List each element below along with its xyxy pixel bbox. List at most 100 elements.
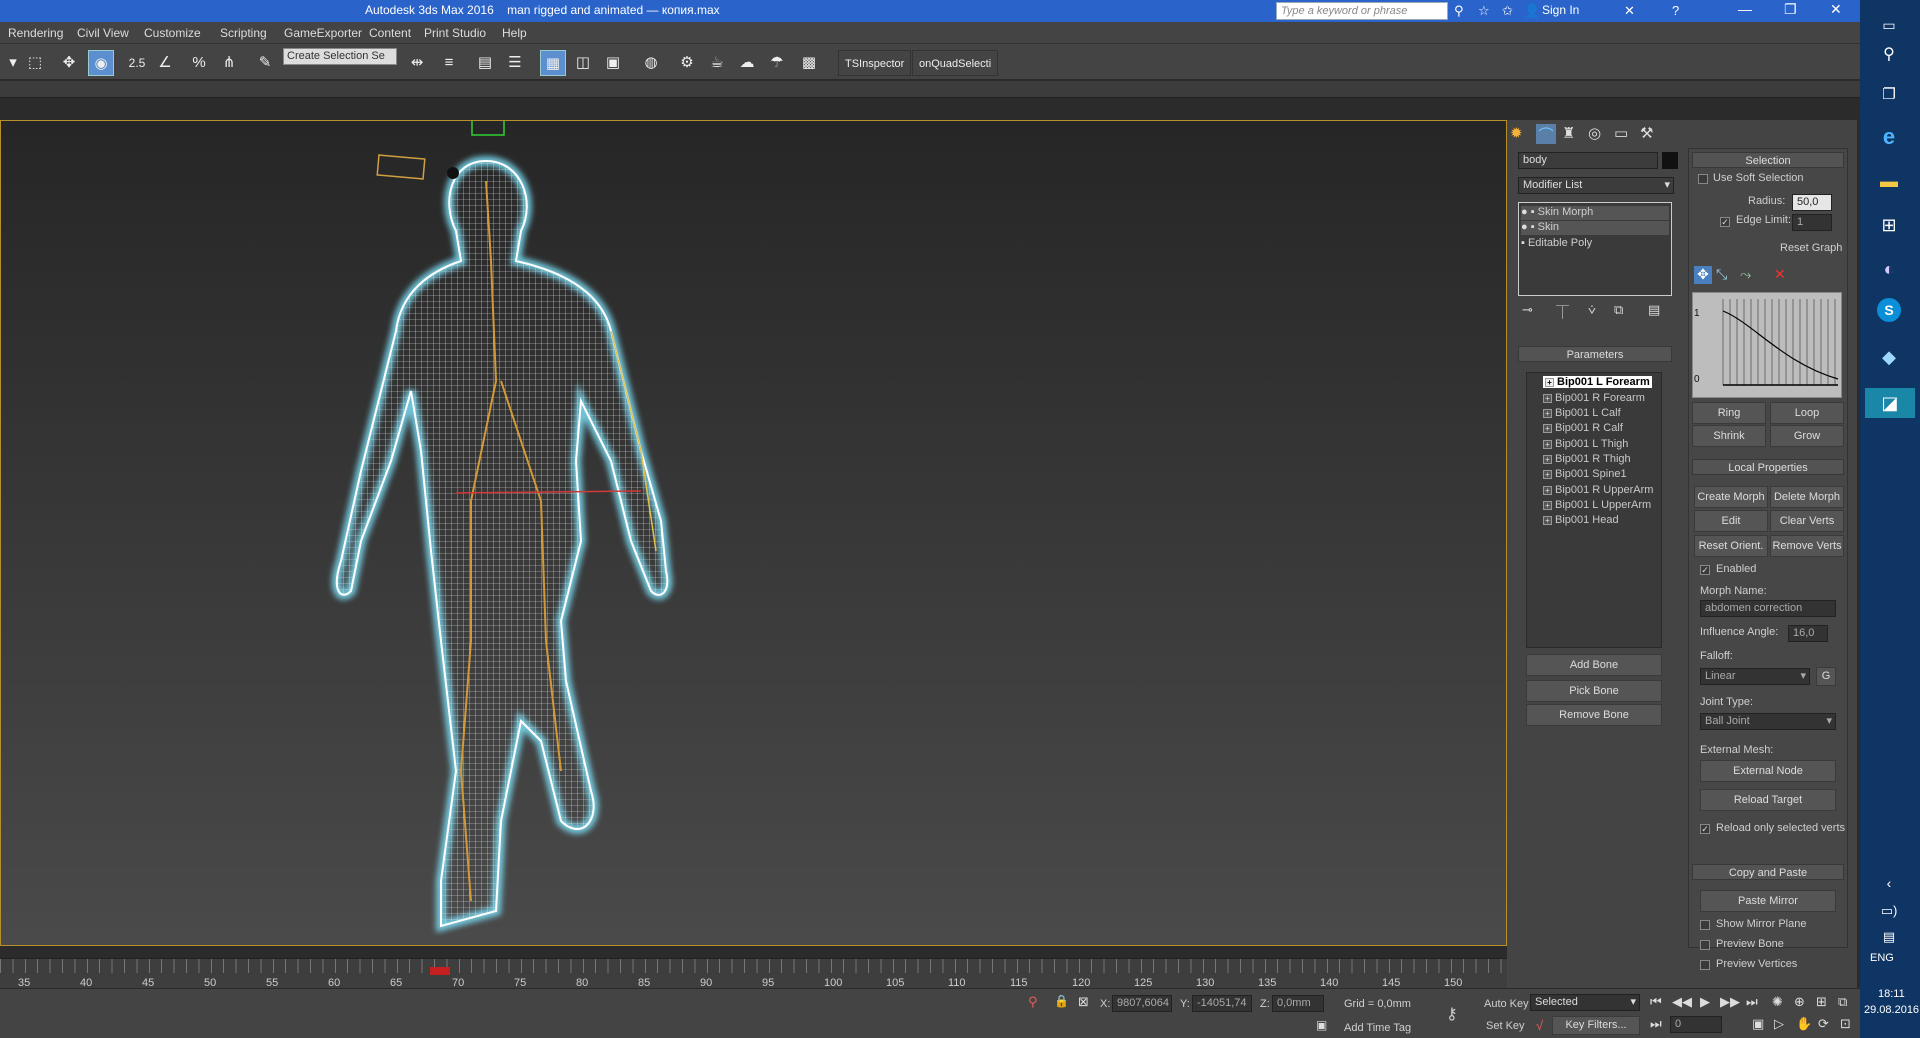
render-window-icon[interactable]: ▩ — [796, 50, 822, 76]
hierarchy-tab-icon[interactable]: ♜ — [1562, 124, 1575, 142]
help-icon[interactable]: ? — [1672, 3, 1679, 18]
reset-orient-button[interactable]: Reset Orient. — [1694, 535, 1768, 557]
sign-in-link[interactable]: Sign In — [1542, 3, 1579, 17]
scale-point-icon[interactable]: ⤡ — [1716, 266, 1727, 283]
pin-icon[interactable]: ⚲ — [1028, 994, 1038, 1010]
percent-snap-icon[interactable]: % — [186, 50, 212, 76]
key-mode-dropdown[interactable]: Selected ▾ — [1530, 994, 1640, 1011]
remove-bone-button[interactable]: Remove Bone — [1526, 704, 1662, 726]
star-icon[interactable]: ☆ — [1478, 3, 1490, 19]
configure-sets-icon[interactable]: ▤ — [1648, 302, 1660, 318]
make-unique-icon[interactable]: ⩒ — [1588, 302, 1596, 318]
use-soft-selection-checkbox[interactable] — [1698, 174, 1708, 184]
falloff-dropdown[interactable]: Linear ▾ — [1700, 668, 1810, 685]
search-icon[interactable]: ⚲ — [1874, 40, 1904, 70]
delete-morph-button[interactable]: Delete Morph — [1770, 486, 1844, 508]
paste-mirror-button[interactable]: Paste Mirror — [1700, 890, 1836, 912]
notifications-icon[interactable]: ▤ — [1874, 922, 1904, 952]
select-icon[interactable]: ⬚ — [22, 50, 48, 76]
task-view-icon[interactable]: ▭ — [1874, 10, 1904, 40]
walk-through-icon[interactable]: ⟳ — [1818, 1016, 1829, 1032]
delete-point-icon[interactable]: ✕ — [1774, 266, 1786, 283]
remove-modifier-icon[interactable]: ⧉ — [1614, 302, 1623, 318]
reload-target-button[interactable]: Reload Target — [1700, 789, 1836, 811]
x-coordinate[interactable]: 9807,6064 — [1112, 995, 1172, 1012]
pick-bone-button[interactable]: Pick Bone — [1526, 680, 1662, 702]
3ds-max-taskbar-icon[interactable]: ◪ — [1865, 388, 1915, 418]
set-key-button[interactable]: Set Key — [1486, 1020, 1525, 1032]
key-icon[interactable]: ⚷ — [1446, 1004, 1458, 1024]
menu-content[interactable]: Content — [369, 26, 411, 40]
user-icon[interactable]: 👤 — [1524, 3, 1540, 19]
falloff-graph-button[interactable]: G — [1816, 667, 1836, 686]
shrink-button[interactable]: Shrink — [1692, 425, 1766, 447]
absolute-mode-icon[interactable]: ⊠ — [1078, 994, 1089, 1010]
add-point-icon[interactable]: ⤳ — [1740, 266, 1751, 283]
modifier-skin[interactable]: ● ▪ Skin — [1521, 221, 1669, 235]
modifier-skin-morph[interactable]: ● ▪ Skin Morph — [1521, 206, 1669, 220]
bone-item[interactable]: + Bip001 L Forearm — [1543, 376, 1652, 388]
falloff-graph[interactable] — [1692, 292, 1842, 398]
track-bar[interactable]: 35 40 45 50 55 60 65 70 75 80 85 90 95 1… — [0, 958, 1507, 989]
render-icon[interactable]: ☁ — [734, 50, 760, 76]
perspective-viewport[interactable] — [0, 112, 1507, 946]
play-icon[interactable]: ▶ — [1700, 994, 1710, 1010]
joint-type-dropdown[interactable]: Ball Joint ▾ — [1700, 713, 1836, 730]
create-tab-icon[interactable]: ✹ — [1510, 124, 1523, 142]
maximize-viewport-icon[interactable]: ⊡ — [1840, 1016, 1851, 1032]
parameters-rollout-header[interactable]: Parameters — [1518, 346, 1672, 362]
search-input[interactable]: Type a keyword or phrase — [1276, 2, 1448, 20]
menu-civil-view[interactable]: Civil View — [77, 26, 129, 40]
browser-icon[interactable]: ◐ — [1874, 254, 1904, 284]
default-tangent-icon[interactable]: √ — [1536, 1018, 1543, 1033]
preview-vertices-checkbox[interactable] — [1700, 960, 1710, 970]
minimize-icon[interactable]: — — [1738, 1, 1752, 17]
bone-item[interactable]: + Bip001 R UpperArm — [1543, 484, 1653, 496]
pin-stack-icon[interactable]: ⊸ — [1522, 302, 1533, 318]
menu-help[interactable]: Help — [502, 26, 527, 40]
enabled-checkbox[interactable]: ✓ — [1700, 565, 1710, 575]
clock-time[interactable]: 18:11 — [1878, 988, 1905, 1000]
external-node-button[interactable]: External Node — [1700, 760, 1836, 782]
local-properties-rollout-header[interactable]: Local Properties — [1692, 459, 1844, 475]
pan-icon[interactable]: ▷ — [1774, 1016, 1784, 1032]
quad-select-button[interactable]: onQuadSelecti — [912, 50, 999, 76]
menu-gameexporter[interactable]: GameExporter — [284, 26, 362, 40]
menu-rendering[interactable]: Rendering — [8, 26, 63, 40]
motion-tab-icon[interactable]: ◎ — [1588, 124, 1601, 142]
reset-graph-button[interactable]: Reset Graph — [1780, 242, 1842, 254]
radius-input[interactable]: 50,0 — [1792, 194, 1832, 211]
character-mesh[interactable] — [1, 112, 1506, 945]
menu-customize[interactable]: Customize — [144, 26, 201, 40]
ring-button[interactable]: Ring — [1692, 402, 1766, 424]
selection-set-combo[interactable]: Create Selection Se — [283, 48, 397, 65]
spinner-snap-icon[interactable]: ⋔ — [216, 50, 242, 76]
render-setup-icon[interactable]: ⚙ — [674, 50, 700, 76]
show-mirror-plane-checkbox[interactable] — [1700, 920, 1710, 930]
zoom-region-icon[interactable]: ⊕ — [1794, 994, 1805, 1010]
edge-limit-checkbox[interactable]: ✓ — [1720, 217, 1730, 227]
edit-button[interactable]: Edit — [1694, 510, 1768, 532]
restore-icon[interactable]: ❐ — [1784, 1, 1797, 18]
star-outline-icon[interactable]: ✩ — [1502, 3, 1513, 19]
time-config-icon[interactable]: ▣ — [1752, 1016, 1764, 1032]
auto-key-button[interactable]: Auto Key — [1484, 998, 1529, 1010]
bone-item[interactable]: + Bip001 Spine1 — [1543, 468, 1627, 480]
utilities-tab-icon[interactable]: ⚒ — [1640, 124, 1653, 142]
mirror-icon[interactable]: ⇹ — [404, 50, 430, 76]
y-coordinate[interactable]: -14051,74 — [1192, 995, 1252, 1012]
bone-item[interactable]: + Bip001 R Calf — [1543, 422, 1623, 434]
chevron-up-icon[interactable]: ‹ — [1874, 868, 1904, 898]
angle-snap-icon[interactable]: ∠ — [152, 50, 178, 76]
edge-limit-input[interactable]: 1 — [1792, 214, 1832, 231]
add-bone-button[interactable]: Add Bone — [1526, 654, 1662, 676]
object-name-field[interactable]: body — [1518, 152, 1658, 169]
bone-item[interactable]: + Bip001 L Calf — [1543, 407, 1621, 419]
move-icon[interactable]: ✥ — [56, 50, 82, 76]
show-end-result-icon[interactable]: ⏉ — [1556, 302, 1569, 321]
selection-rollout-header[interactable]: Selection — [1692, 152, 1844, 168]
orbit-icon[interactable]: ✋ — [1796, 1016, 1812, 1032]
ribbon-icon[interactable]: ☰ — [502, 50, 528, 76]
skype-icon[interactable]: S — [1877, 298, 1901, 322]
loop-button[interactable]: Loop — [1770, 402, 1844, 424]
